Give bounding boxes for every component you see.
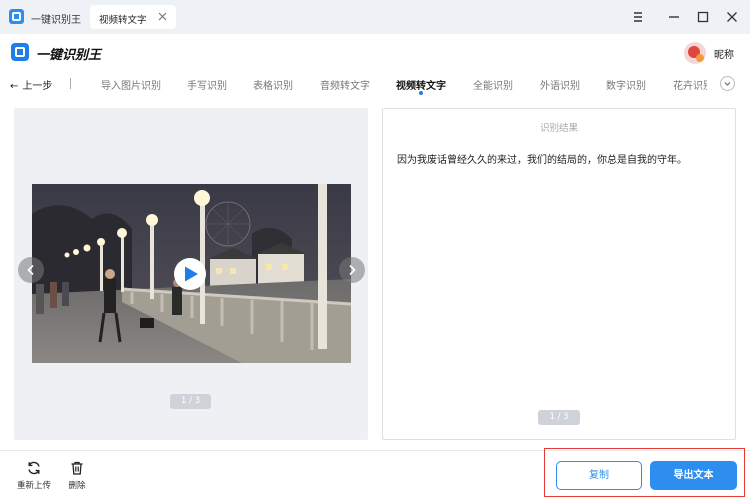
app-tab-label[interactable]: 一键识别王 xyxy=(31,11,81,26)
result-text[interactable]: 因为我废话曾经久久的来过，我们的结局的，你总是自我的守年。 xyxy=(397,154,727,168)
close-icon[interactable] xyxy=(157,11,168,22)
tab-table[interactable]: 表格识别 xyxy=(253,77,293,92)
trash-icon xyxy=(71,461,83,475)
result-title: 识别结果 xyxy=(539,123,578,134)
preview-page-indicator: 1 / 3 xyxy=(170,394,211,409)
brand-name: 一键识别王 xyxy=(36,48,102,63)
copy-button[interactable]: 复制 xyxy=(556,461,642,490)
delete-label: 删除 xyxy=(68,481,86,491)
title-bar: 一键识别王 视频转文字 xyxy=(0,0,750,34)
result-page-indicator: 1 / 3 xyxy=(538,410,580,425)
chevron-left-icon xyxy=(27,264,34,276)
tab-video-to-text-active[interactable]: 视频转文字 xyxy=(396,77,446,92)
tab-flower[interactable]: 花卉识别 xyxy=(673,77,707,92)
carousel-next-button[interactable] xyxy=(339,257,365,283)
doc-tab-label: 视频转文字 xyxy=(99,15,147,26)
nickname[interactable]: 昵称 xyxy=(714,46,734,61)
app-header: 一键识别王 昵称 xyxy=(0,34,750,70)
carousel-prev-button[interactable] xyxy=(18,257,44,283)
feature-nav: ← 上一步 导入图片识别 手写识别 表格识别 音频转文字 视频转文字 全能识别 外… xyxy=(0,70,750,98)
chevron-right-icon xyxy=(349,264,356,276)
back-label: 上一步 xyxy=(22,81,53,92)
export-text-button[interactable]: 导出文本 xyxy=(650,461,737,490)
tab-import-image[interactable]: 导入图片识别 xyxy=(101,77,161,92)
avatar[interactable] xyxy=(684,42,706,64)
refresh-icon xyxy=(28,461,40,475)
tab-audio-to-text[interactable]: 音频转文字 xyxy=(320,77,370,92)
minimize-icon[interactable] xyxy=(666,9,682,25)
tab-digit[interactable]: 数字识别 xyxy=(606,77,646,92)
reupload-button[interactable]: 重新上传 xyxy=(14,460,54,491)
divider xyxy=(70,78,71,89)
brand-logo-icon xyxy=(11,43,29,61)
delete-button[interactable]: 删除 xyxy=(57,460,97,491)
menu-icon[interactable] xyxy=(630,9,646,25)
reupload-label: 重新上传 xyxy=(16,481,51,491)
chevron-down-icon xyxy=(724,82,731,86)
window-close-icon[interactable] xyxy=(724,9,740,25)
more-tabs-button[interactable] xyxy=(720,76,735,91)
tab-video-to-text[interactable]: 视频转文字 xyxy=(90,5,176,29)
play-button[interactable] xyxy=(174,258,206,290)
tab-foreign-language[interactable]: 外语识别 xyxy=(540,77,580,92)
active-tab-indicator xyxy=(419,91,423,95)
app-logo-icon xyxy=(9,9,24,24)
maximize-icon[interactable] xyxy=(695,9,711,25)
tab-all-in-one[interactable]: 全能识别 xyxy=(473,77,513,92)
play-icon xyxy=(185,266,198,282)
arrow-left-icon: ← xyxy=(10,81,19,92)
back-button[interactable]: ← 上一步 xyxy=(10,77,52,92)
tab-handwriting[interactable]: 手写识别 xyxy=(187,77,227,92)
